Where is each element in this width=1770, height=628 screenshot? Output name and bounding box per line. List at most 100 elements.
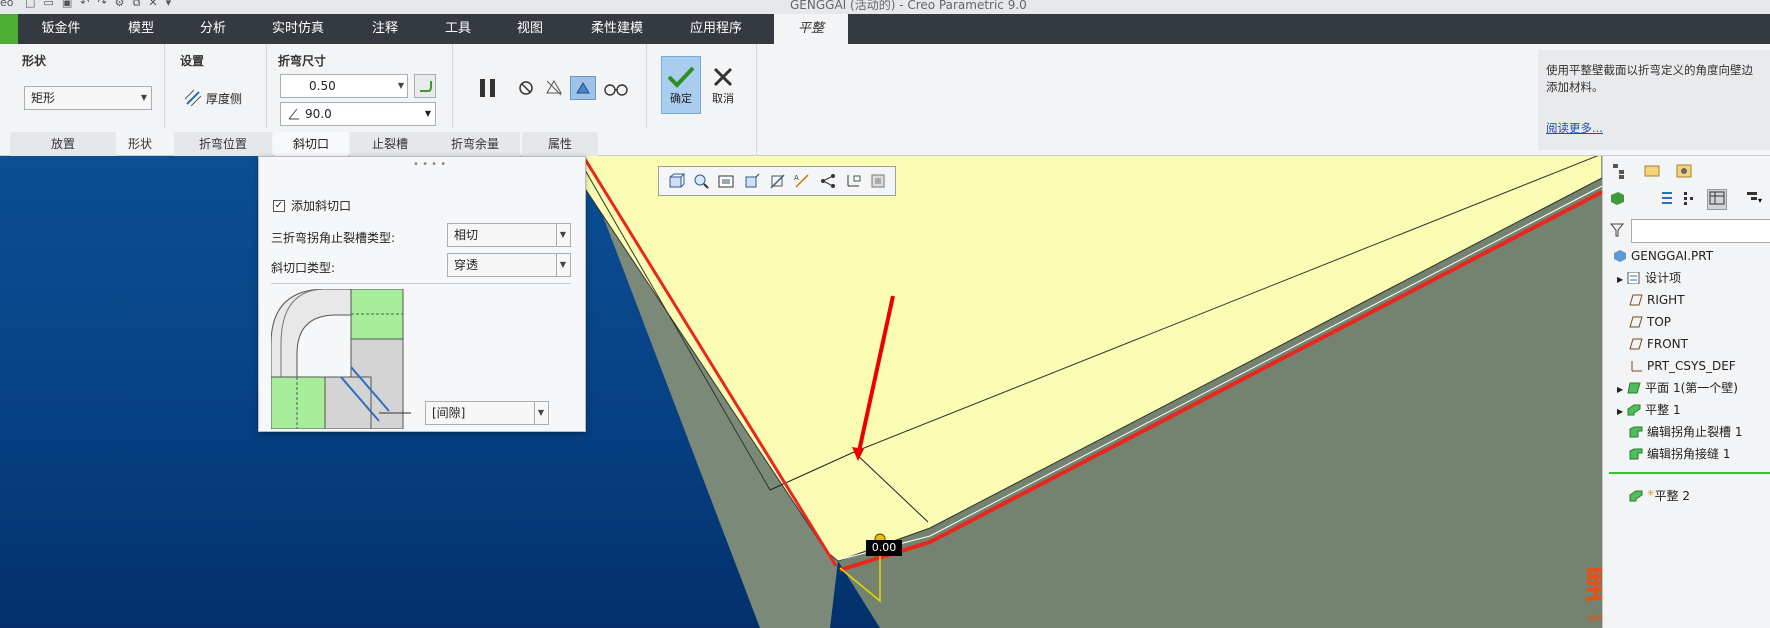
add-miter-row: ✓ 添加斜切口 (273, 197, 351, 214)
tree-item-csys[interactable]: PRT_CSYS_DEF (1629, 356, 1736, 376)
file-menu-button[interactable] (0, 14, 18, 44)
open-icon[interactable]: ▭ (43, 0, 53, 9)
tab-applications[interactable]: 应用程序 (676, 14, 756, 44)
expand-icon[interactable]: ▶ (1617, 407, 1623, 416)
pause-button[interactable] (476, 76, 500, 100)
app-name-fragment: eo (0, 0, 14, 9)
zoom-in-icon[interactable] (690, 170, 712, 192)
verify-preview-button[interactable] (570, 76, 596, 100)
subtab-properties[interactable]: 属性 (522, 132, 598, 156)
windows-icon[interactable]: ⧉ (133, 0, 141, 9)
tab-flat[interactable]: 平整 (774, 14, 848, 44)
shape-select[interactable]: 矩形 ▼ (24, 86, 152, 110)
expand-icon[interactable]: ▶ (1617, 275, 1623, 284)
regenerate-icon[interactable]: ⚙ (115, 0, 125, 9)
quick-access-toolbar[interactable]: eo □ ▭ ▣ ↶ ↷ ⚙ ⧉ ✕ ▾ (0, 0, 179, 10)
svg-text:A: A (794, 174, 799, 182)
settings-dropdown-icon[interactable]: ▾ (1745, 190, 1765, 209)
model-tree-tab-icon[interactable] (1611, 162, 1629, 183)
cancel-button[interactable]: 取消 (706, 56, 740, 114)
panel-grip-icon[interactable]: • • • • (413, 159, 446, 170)
read-more-link[interactable]: 阅读更多... (1546, 120, 1603, 137)
subtab-bend-allowance[interactable]: 折弯余量 (430, 132, 520, 156)
datum-axes-icon[interactable]: A (791, 170, 813, 192)
tree-item-plane1[interactable]: ▶ 平面 1(第一个壁) (1617, 378, 1738, 398)
preview-button[interactable] (542, 76, 566, 100)
subtab-miter-cut[interactable]: 斜切口 (274, 132, 348, 156)
tree-item-top[interactable]: TOP (1629, 312, 1671, 332)
datum-points-icon[interactable] (817, 170, 839, 192)
relief-type-select[interactable]: 相切 ▼ (447, 223, 571, 247)
part-icon[interactable] (1609, 190, 1625, 209)
expand-icon[interactable]: ▶ (1617, 385, 1623, 394)
insert-indicator[interactable] (1609, 472, 1770, 474)
close-icon (713, 67, 733, 87)
folder-browser-tab-icon[interactable] (1643, 162, 1661, 183)
datum-planes-icon[interactable] (766, 170, 788, 192)
gap-select[interactable]: [间隙] ▼ (425, 401, 549, 425)
group-divider (164, 44, 165, 128)
title-bar: eo □ ▭ ▣ ↶ ↷ ⚙ ⧉ ✕ ▾ GENGGAI (活动的) - Creo Parame… (0, 0, 1770, 14)
refit-icon[interactable] (665, 170, 687, 192)
subtab-relief[interactable]: 止裂槽 (350, 132, 430, 156)
tab-tools[interactable]: 工具 (425, 14, 491, 44)
thickness-side-button[interactable]: 厚度侧 (184, 86, 244, 110)
chevron-down-icon: ▼ (555, 224, 566, 246)
miter-type-select[interactable]: 穿透 ▼ (447, 253, 571, 277)
favorites-tab-icon[interactable] (1675, 162, 1693, 183)
add-miter-checkbox[interactable]: ✓ (273, 199, 285, 212)
new-icon[interactable]: □ (25, 0, 35, 9)
tree-columns-icon[interactable] (1657, 190, 1673, 209)
chevron-down-icon: ▼ (555, 254, 566, 276)
tree-item-corner-relief[interactable]: 编辑拐角止裂槽 1 (1629, 422, 1742, 442)
save-icon[interactable]: ▣ (62, 0, 72, 9)
tab-flexible-modeling[interactable]: 柔性建模 (580, 14, 654, 44)
annotation-display-icon[interactable] (867, 170, 889, 192)
tree-item-label: RIGHT (1647, 293, 1685, 307)
tree-item-front[interactable]: FRONT (1629, 334, 1688, 354)
subtab-placement[interactable]: 放置 (10, 132, 116, 156)
miter-type-label: 斜切口类型: (271, 261, 336, 275)
chevron-down-icon[interactable]: ▼ (393, 75, 407, 99)
dimension-value-box[interactable]: 0.00 (866, 540, 902, 556)
chevron-down-icon[interactable]: ▼ (425, 103, 431, 125)
tab-analysis[interactable]: 分析 (180, 14, 246, 44)
tab-model[interactable]: 模型 (108, 14, 174, 44)
ok-button[interactable]: 确定 (661, 56, 701, 114)
graphics-toolbar: A (658, 166, 896, 196)
glasses-icon (604, 84, 628, 96)
coordinate-systems-icon[interactable] (842, 170, 864, 192)
tree-item-right[interactable]: RIGHT (1629, 290, 1685, 310)
design-items-icon (1627, 270, 1641, 285)
tab-view[interactable]: 视图 (497, 14, 563, 44)
customize-icon[interactable]: ▾ (166, 0, 172, 9)
sheetmetal-model-graphic (562, 156, 1602, 628)
tab-live-simulation[interactable]: 实时仿真 (258, 14, 338, 44)
redo-icon[interactable]: ↷ (97, 0, 106, 9)
subtab-shape[interactable]: 形状 (102, 132, 178, 156)
tree-root-genggai[interactable]: GENGGAI.PRT (1613, 246, 1713, 266)
watermark-text: 野火论坛 (1585, 563, 1602, 608)
display-style-icon[interactable] (741, 170, 763, 192)
tree-item-flat1[interactable]: ▶ 平整 1 (1617, 400, 1681, 420)
undo-icon[interactable]: ↶ (80, 0, 89, 9)
tree-item-design-items[interactable]: ▶ 设计项 (1617, 268, 1681, 288)
graphics-viewport[interactable]: 0.00 A 野火论坛 www.proewildfire.cn (0, 156, 1602, 628)
tree-filter-table-icon[interactable] (1707, 188, 1727, 210)
glasses-preview-button[interactable] (602, 76, 630, 100)
subtab-bend-position[interactable]: 折弯位置 (174, 132, 272, 156)
tree-item-active-flat2[interactable]: ✳平整 2 (1629, 484, 1690, 504)
close-window-icon[interactable]: ✕ (148, 0, 157, 9)
tab-sheetmetal[interactable]: 钣金件 (28, 14, 94, 44)
tree-item-corner-seam[interactable]: 编辑拐角接缝 1 (1629, 444, 1730, 464)
bend-angle-input[interactable]: 90.0 ▼ (280, 102, 436, 126)
model-tree-toolbar: ▾ (1609, 186, 1770, 212)
filter-icon[interactable] (1609, 222, 1625, 241)
tab-annotate[interactable]: 注释 (352, 14, 418, 44)
tree-search-input[interactable] (1631, 219, 1770, 243)
no-preview-button[interactable] (516, 78, 536, 98)
bend-radius-input[interactable]: 0.50 ▼ (280, 74, 408, 98)
saved-views-icon[interactable] (715, 170, 737, 192)
tree-display-icon[interactable] (1683, 190, 1697, 209)
bend-radius-side-button[interactable] (414, 74, 436, 98)
